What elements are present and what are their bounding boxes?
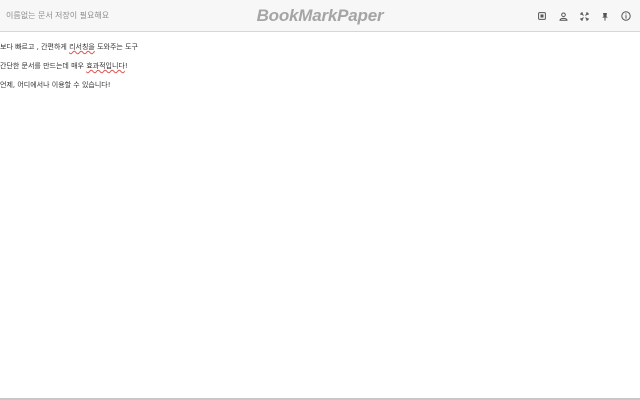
save-icon: [538, 12, 546, 20]
spellcheck-word: 효과적입니다: [86, 62, 125, 70]
line-text: 보다 빠르고 , 간편하게: [0, 43, 70, 51]
pin-icon: [601, 12, 609, 21]
line-text: 간단한 문서를 만드는데 매우: [0, 62, 87, 70]
save-status: 저장이 필요해요: [55, 11, 110, 20]
user-icon: [558, 12, 568, 21]
top-bar: 이름없는 문서 저장이 필요해요 BookMarkPaper: [0, 0, 640, 32]
document-title[interactable]: 이름없는 문서: [6, 10, 53, 22]
account-button[interactable]: [555, 8, 571, 24]
spellcheck-word: 리서칭을: [69, 43, 95, 51]
document-editor[interactable]: 보다 빠르고 , 간편하게 리서칭을 도와주는 도구 간단한 문서를 만드는데 …: [0, 32, 640, 398]
info-icon: [621, 11, 631, 21]
line-text: 언제, 어디에서나 이용할 수 있습니다!: [0, 81, 111, 89]
editor-line: 보다 빠르고 , 간편하게 리서칭을 도와주는 도구: [0, 42, 640, 52]
pin-button[interactable]: [597, 8, 613, 24]
editor-line: 언제, 어디에서나 이용할 수 있습니다!: [0, 80, 640, 90]
save-button[interactable]: [534, 8, 550, 24]
line-text: 도와주는 도구: [94, 43, 138, 51]
app-window: 이름없는 문서 저장이 필요해요 BookMarkPaper 보다 빠르고 , …: [0, 0, 640, 400]
fullscreen-icon: [580, 12, 589, 21]
line-text: !: [124, 62, 128, 70]
toolbar: [529, 8, 634, 24]
fullscreen-button[interactable]: [576, 8, 592, 24]
editor-line: 간단한 문서를 만드는데 매우 효과적입니다!: [0, 61, 640, 71]
info-button[interactable]: [618, 8, 634, 24]
